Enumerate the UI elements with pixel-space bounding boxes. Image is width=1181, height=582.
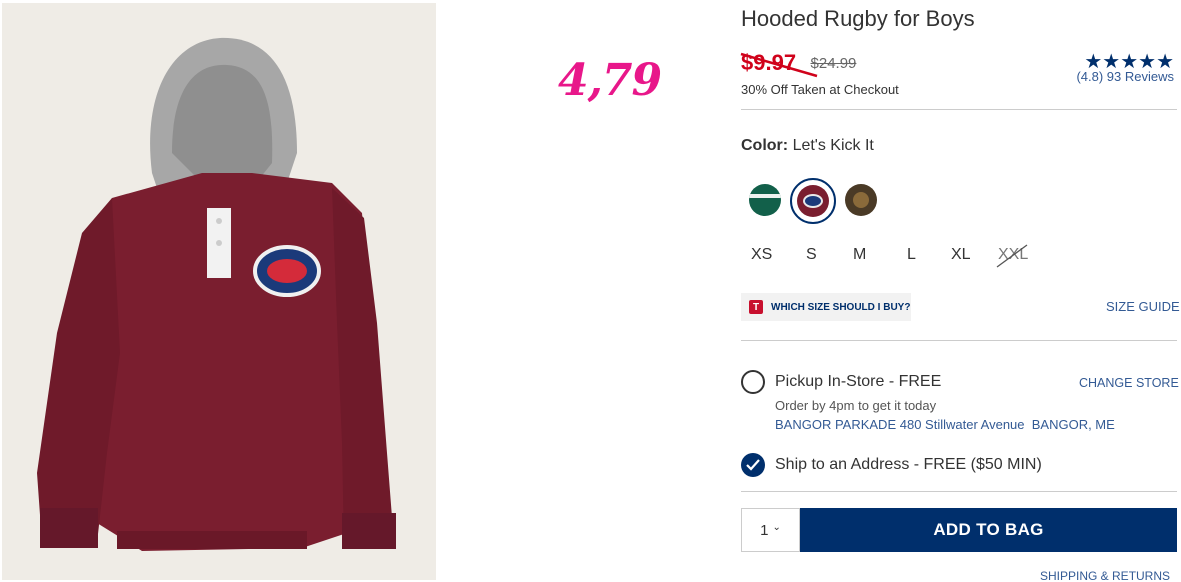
product-image (2, 3, 436, 580)
color-swatch-green[interactable] (749, 184, 781, 216)
size-m[interactable]: M (853, 246, 866, 264)
divider (741, 109, 1177, 110)
color-swatch-lets-kick-it[interactable] (797, 185, 829, 217)
which-size-button[interactable]: T WHICH SIZE SHOULD I BUY? (741, 293, 911, 321)
product-title: Hooded Rugby for Boys (741, 6, 975, 31)
quantity-select[interactable]: 1 ⌄ (741, 508, 800, 552)
ship-label[interactable]: Ship to an Address - FREE ($50 MIN) (775, 456, 1042, 474)
color-label: Color: Let's Kick It (741, 137, 874, 154)
reviews-link[interactable]: (4.8) 93 Reviews (1050, 69, 1174, 84)
divider (741, 340, 1177, 341)
shipping-returns-link[interactable]: SHIPPING & RETURNS (1040, 569, 1170, 582)
rating[interactable]: ★★★★★ (4.8) 93 Reviews (1050, 52, 1174, 84)
original-price: $24.99 (810, 55, 857, 72)
quantity-value: 1 (760, 521, 769, 539)
pickup-label[interactable]: Pickup In-Store - FREE (775, 373, 941, 391)
true-fit-icon: T (749, 300, 763, 314)
size-l[interactable]: L (907, 246, 916, 264)
chevron-down-icon: ⌄ (772, 521, 781, 533)
pickup-radio[interactable] (741, 370, 765, 394)
price-annotation: 4,79 (558, 55, 662, 106)
ship-radio[interactable] (741, 453, 765, 477)
size-xl[interactable]: XL (951, 246, 971, 264)
order-by-note: Order by 4pm to get it today (775, 398, 937, 413)
size-xs[interactable]: XS (751, 246, 772, 264)
sale-price: $9.97 (740, 50, 818, 78)
size-s[interactable]: S (806, 246, 817, 264)
add-to-bag-button[interactable]: ADD TO BAG (800, 508, 1177, 552)
change-store-link[interactable]: CHANGE STORE (1079, 376, 1179, 390)
size-guide-link[interactable]: SIZE GUIDE (1106, 299, 1180, 314)
size-xxl: XXL (998, 246, 1029, 263)
price-row: $9.97 $24.99 (740, 50, 857, 78)
checkmark-icon (746, 459, 760, 471)
store-address-link[interactable]: BANGOR PARKADE 480 Stillwater Avenue BAN… (775, 417, 1115, 432)
discount-note: 30% Off Taken at Checkout (741, 82, 899, 97)
divider (741, 491, 1177, 492)
which-size-label: WHICH SIZE SHOULD I BUY? (771, 301, 911, 313)
color-value: Let's Kick It (792, 137, 874, 154)
color-swatch-brown[interactable] (845, 184, 877, 216)
